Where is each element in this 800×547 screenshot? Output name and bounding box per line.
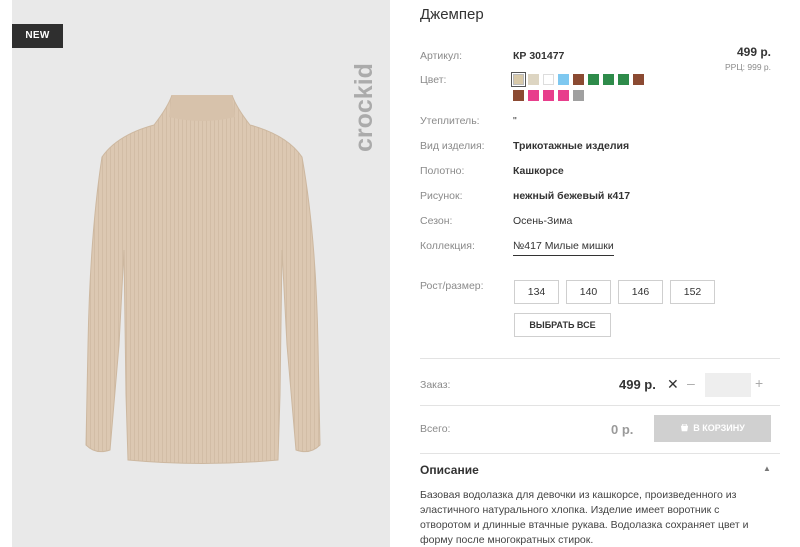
item-type-value: Трикотажные изделия [513, 140, 630, 152]
times-icon: ✕ [667, 376, 679, 392]
quantity-plus-button[interactable]: + [755, 375, 763, 391]
product-title: Джемпер [420, 6, 484, 23]
total-value: 0 р. [611, 422, 634, 437]
product-image[interactable]: NEW crockid [12, 0, 390, 547]
insulation-value: " [513, 115, 517, 127]
order-price: 499 р. [619, 377, 656, 392]
color-swatch[interactable] [558, 90, 569, 101]
quantity-input[interactable] [705, 373, 751, 397]
article-label: Артикул: [420, 50, 463, 62]
add-to-cart-button[interactable]: В КОРЗИНУ [654, 415, 771, 442]
color-swatch[interactable] [633, 74, 644, 85]
season-value: Осень-Зима [513, 215, 573, 227]
size-button-152[interactable]: 152 [670, 280, 715, 304]
size-label: Рост/размер: [420, 280, 484, 292]
divider [420, 405, 780, 406]
pattern-label: Рисунок: [420, 190, 463, 202]
quantity-minus-button[interactable]: – [687, 375, 695, 391]
size-button-134[interactable]: 134 [514, 280, 559, 304]
add-to-cart-label: В КОРЗИНУ [693, 423, 745, 433]
color-swatch[interactable] [513, 90, 524, 101]
collection-label: Коллекция: [420, 240, 475, 252]
item-type-label: Вид изделия: [420, 140, 485, 152]
rrp-price: РРЦ: 999 р. [725, 62, 771, 72]
product-info: Джемпер 499 р. РРЦ: 999 р. Артикул: КР 3… [420, 0, 800, 547]
fabric-value: Кашкорсе [513, 165, 564, 177]
brand-logo-text: crockid [350, 63, 378, 152]
color-swatch[interactable] [558, 74, 569, 85]
cart-icon [681, 424, 689, 432]
color-swatch[interactable] [618, 74, 629, 85]
color-swatch[interactable] [528, 90, 539, 101]
color-swatch[interactable] [543, 74, 554, 85]
color-swatch[interactable] [573, 74, 584, 85]
divider [420, 358, 780, 359]
select-all-button[interactable]: ВЫБРАТЬ ВСЕ [514, 313, 611, 337]
fabric-label: Полотно: [420, 165, 465, 177]
new-badge: NEW [12, 24, 63, 48]
divider [420, 453, 780, 454]
product-price: 499 р. [736, 45, 771, 59]
color-swatch[interactable] [528, 74, 539, 85]
season-label: Сезон: [420, 215, 453, 227]
order-label: Заказ: [420, 379, 451, 391]
color-swatch[interactable] [543, 90, 554, 101]
size-button-146[interactable]: 146 [618, 280, 663, 304]
pattern-value: нежный бежевый к417 [513, 190, 631, 202]
article-value: КР 301477 [513, 50, 565, 62]
color-label: Цвет: [420, 74, 447, 86]
chevron-up-icon[interactable]: ▲ [763, 464, 771, 473]
brand-logo: crockid [350, 63, 378, 152]
color-swatch[interactable] [511, 72, 526, 87]
color-swatch[interactable] [588, 74, 599, 85]
color-swatch[interactable] [573, 90, 584, 101]
size-button-140[interactable]: 140 [566, 280, 611, 304]
total-label: Всего: [420, 423, 451, 435]
description-heading[interactable]: Описание [420, 463, 479, 477]
description-text: Базовая водолазка для девочки из кашкорс… [420, 489, 749, 546]
jumper-image [85, 95, 321, 464]
color-swatch[interactable] [603, 74, 614, 85]
insulation-label: Утеплитель: [420, 115, 480, 127]
collection-link[interactable]: №417 Милые мишки [513, 240, 614, 256]
